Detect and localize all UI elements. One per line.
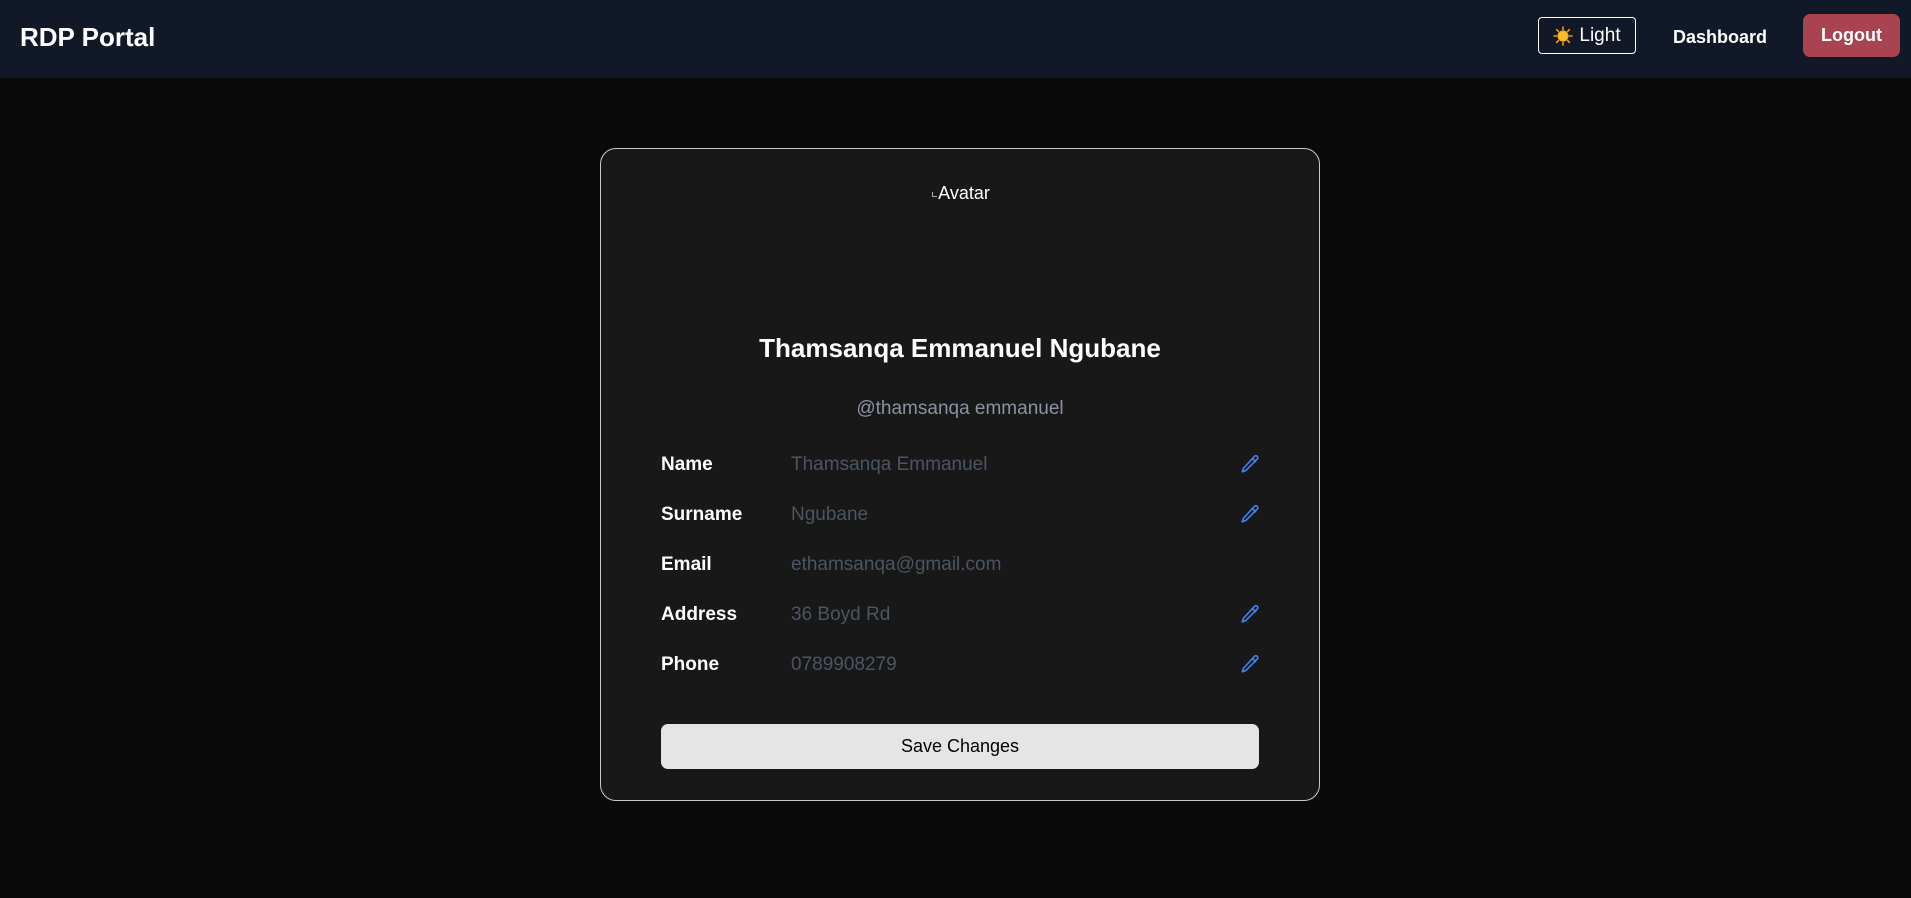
brand-title[interactable]: RDP Portal	[20, 22, 155, 52]
field-row-surname: Surname	[661, 499, 1261, 531]
pencil-icon[interactable]	[1239, 653, 1261, 675]
theme-toggle-label: Light	[1579, 24, 1621, 46]
profile-username: @thamsanqa emmanuel	[856, 398, 1064, 419]
phone-field[interactable]	[789, 649, 1209, 681]
sun-icon	[1553, 25, 1574, 46]
field-label-address: Address	[661, 604, 738, 625]
navbar: RDP Portal Light Dashboard Logout	[0, 0, 1911, 78]
email-field[interactable]	[789, 549, 1209, 581]
broken-image-icon	[932, 191, 938, 197]
address-field[interactable]	[789, 599, 1209, 631]
profile-full-name: Thamsanqa Emmanuel Ngubane	[759, 333, 1161, 363]
field-label-phone: Phone	[661, 654, 720, 675]
pencil-icon[interactable]	[1239, 603, 1261, 625]
name-field[interactable]	[789, 449, 1209, 481]
field-label-surname: Surname	[661, 504, 743, 525]
field-row-email: Email	[661, 549, 1259, 581]
profile-card: Avatar Thamsanqa Emmanuel Ngubane @thams…	[600, 148, 1320, 801]
save-changes-button[interactable]: Save Changes	[661, 724, 1259, 769]
avatar: Avatar	[916, 183, 1006, 203]
nav-dashboard-link[interactable]: Dashboard	[1662, 24, 1778, 50]
avatar-alt-text: Avatar	[938, 183, 990, 203]
surname-field[interactable]	[789, 499, 1209, 531]
theme-toggle-button[interactable]: Light	[1538, 17, 1636, 54]
field-label-email: Email	[661, 554, 712, 575]
field-label-name: Name	[661, 454, 713, 475]
pencil-icon[interactable]	[1239, 453, 1261, 475]
pencil-icon[interactable]	[1239, 503, 1261, 525]
logout-button[interactable]: Logout	[1803, 14, 1900, 57]
field-row-address: Address	[661, 599, 1261, 631]
field-row-phone: Phone	[661, 649, 1261, 681]
field-row-name: Name	[661, 449, 1261, 481]
